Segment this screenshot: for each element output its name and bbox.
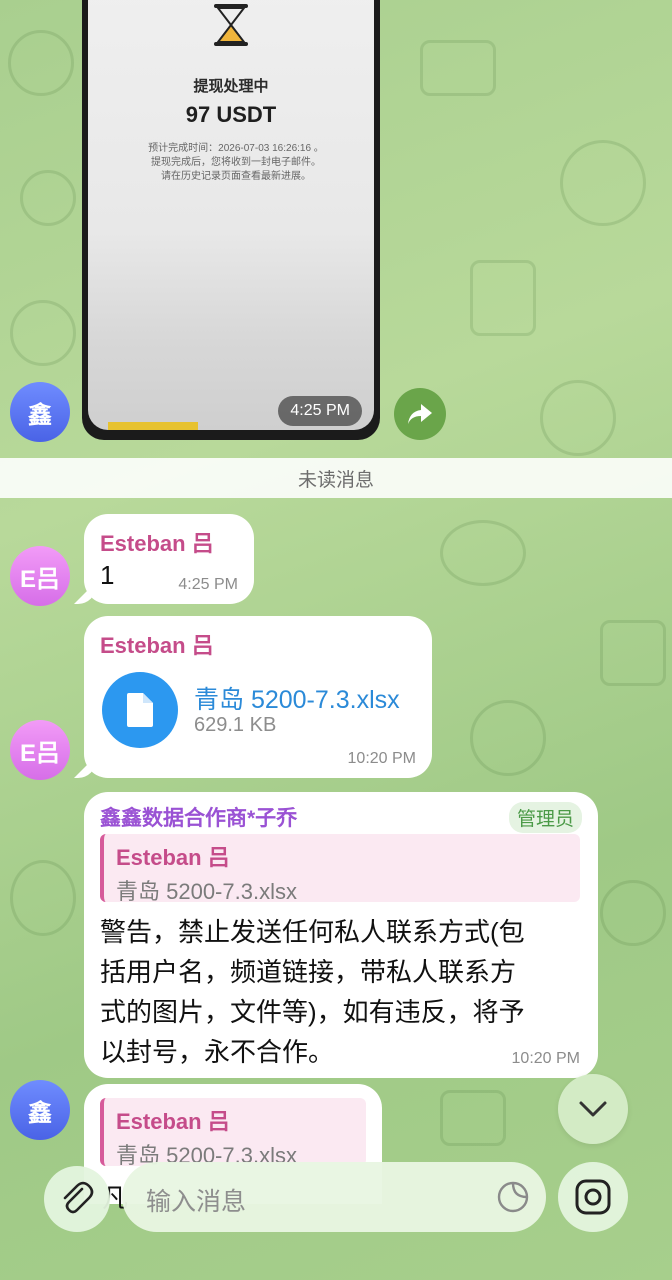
message-text-line: 以封号，永不合作。 [100, 1037, 335, 1067]
attach-button[interactable] [44, 1166, 110, 1232]
background-doodle [470, 700, 546, 776]
background-doodle [420, 40, 496, 96]
message-time: 10:20 PM [347, 750, 416, 767]
reply-quote[interactable]: Esteban 吕 青岛 5200-7.3.xlsx [100, 834, 580, 904]
scroll-to-bottom-button[interactable] [558, 1074, 628, 1144]
message-input-placeholder: 输入消息 [146, 1188, 247, 1216]
message-time: 4:25 PM [178, 576, 238, 593]
file-size: 629.1 KB [194, 714, 277, 736]
sender-name: 鑫鑫数据合作商*子乔 [100, 807, 298, 830]
sticker-icon[interactable] [496, 1180, 530, 1214]
sender-name: Esteban 吕 [100, 531, 214, 556]
background-doodle [10, 860, 76, 936]
message-text: 1 [100, 560, 115, 590]
share-button[interactable] [394, 388, 446, 440]
sender-name: Esteban 吕 [100, 633, 214, 658]
decorative-bar [108, 422, 198, 430]
chevron-down-icon [579, 1101, 607, 1117]
camera-button[interactable] [558, 1162, 628, 1232]
withdrawal-info: 预计完成时间：2026-07-03 16:26:16 。 [148, 143, 324, 154]
message-text-line: 警告，禁止发送任何私人联系方式(包 [100, 917, 525, 947]
admin-badge: 管理员 [508, 802, 582, 833]
file-download-button[interactable] [102, 672, 178, 748]
background-doodle [540, 380, 616, 456]
message-input[interactable]: 输入消息 [122, 1162, 546, 1232]
message-text-line: 括用户名，频道链接，带私人联系方 [100, 957, 517, 987]
background-doodle [20, 170, 76, 226]
unread-divider: 未读消息 [0, 458, 672, 498]
document-icon [127, 693, 153, 727]
share-arrow-icon [408, 404, 432, 424]
message-text-line: 式的图片，文件等)，如有违反，将予 [100, 997, 525, 1027]
reply-sender: Esteban 吕 [116, 1109, 230, 1134]
withdrawal-status: 提现处理中 [193, 78, 269, 95]
reply-text: 青岛 5200-7.3.xlsx [116, 879, 297, 904]
camera-icon [575, 1179, 611, 1215]
avatar[interactable]: 鑫 [10, 1080, 70, 1140]
withdrawal-info: 请在历史记录页面查看最新进展。 [161, 171, 311, 182]
message-bubble[interactable]: Esteban 吕 1 4:25 PM [84, 514, 254, 604]
message-time: 10:20 PM [511, 1050, 580, 1067]
reply-quote[interactable]: Esteban 吕 青岛 5200-7.3.xlsx [100, 1098, 366, 1168]
withdrawal-screenshot: 提现处理中 97 USDT 预计完成时间：2026-07-03 16:26:16… [88, 0, 374, 430]
background-doodle [600, 880, 666, 946]
avatar[interactable]: 鑫 [10, 382, 70, 442]
avatar[interactable]: E吕 [10, 720, 70, 780]
message-bubble[interactable]: 鑫鑫数据合作商*子乔 管理员 Esteban 吕 青岛 5200-7.3.xls… [84, 792, 598, 1078]
hourglass-icon [214, 4, 248, 46]
background-doodle [10, 300, 76, 366]
withdrawal-info: 提现完成后，您将收到一封电子邮件。 [151, 157, 321, 168]
background-doodle [600, 620, 666, 686]
withdrawal-amount: 97 USDT [185, 102, 277, 127]
avatar[interactable]: E吕 [10, 546, 70, 606]
background-doodle [560, 140, 646, 226]
background-doodle [8, 30, 74, 96]
file-message[interactable]: Esteban 吕 青岛 5200-7.3.xlsx 629.1 KB 10:2… [84, 616, 432, 778]
paperclip-icon [63, 1181, 94, 1214]
message-time: 4:25 PM [278, 396, 362, 426]
background-doodle [440, 520, 526, 586]
reply-sender: Esteban 吕 [116, 845, 230, 870]
file-name[interactable]: 青岛 5200-7.3.xlsx [194, 680, 400, 716]
background-doodle [440, 1090, 506, 1146]
background-doodle [470, 260, 536, 336]
image-message[interactable]: 提现处理中 97 USDT 预计完成时间：2026-07-03 16:26:16… [82, 0, 380, 440]
